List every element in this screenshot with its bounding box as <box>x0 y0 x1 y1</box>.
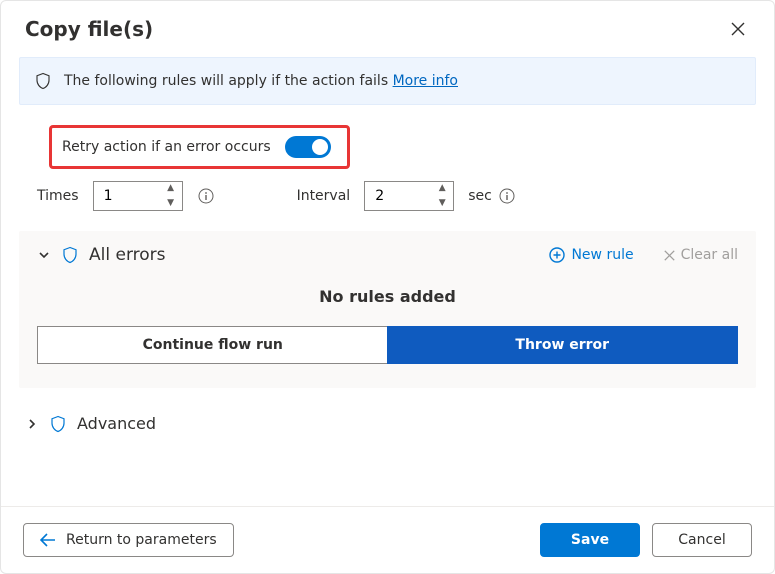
no-rules-text: No rules added <box>37 287 738 306</box>
clear-all-button: Clear all <box>664 247 738 263</box>
retry-label: Retry action if an error occurs <box>62 139 271 155</box>
new-rule-button[interactable]: New rule <box>549 247 633 263</box>
error-mode-segmented: Continue flow run Throw error <box>37 326 738 364</box>
close-icon <box>731 22 745 36</box>
more-info-link[interactable]: More info <box>393 73 458 89</box>
times-label: Times <box>37 188 79 204</box>
rules-panel: All errors New rule Clear all No rules a… <box>19 231 756 388</box>
interval-label: Interval <box>297 188 351 204</box>
rules-section-title: All errors <box>89 245 166 265</box>
interval-unit: sec <box>468 188 492 204</box>
cancel-button[interactable]: Cancel <box>652 523 752 557</box>
chevron-down-icon <box>38 249 50 261</box>
collapse-toggle[interactable] <box>37 248 51 262</box>
shield-icon <box>61 246 79 264</box>
close-icon <box>664 250 675 261</box>
info-icon[interactable] <box>197 187 215 205</box>
shield-icon <box>49 415 67 433</box>
throw-error-button[interactable]: Throw error <box>387 326 739 364</box>
toggle-knob <box>312 139 328 155</box>
chevron-down-icon[interactable]: ▼ <box>435 199 449 208</box>
retry-controls-row: Times ▲ ▼ Interval ▲ ▼ sec <box>1 179 774 225</box>
retry-highlight-box: Retry action if an error occurs <box>49 125 350 169</box>
dialog-title: Copy file(s) <box>25 17 153 41</box>
dialog: Copy file(s) The following rules will ap… <box>0 0 775 574</box>
continue-flow-run-button[interactable]: Continue flow run <box>38 327 388 363</box>
chevron-down-icon[interactable]: ▼ <box>164 199 178 208</box>
info-icon[interactable] <box>498 187 516 205</box>
close-button[interactable] <box>726 17 750 41</box>
chevron-right-icon <box>26 418 38 430</box>
stepper-arrows: ▲ ▼ <box>164 184 178 208</box>
dialog-header: Copy file(s) <box>1 1 774 51</box>
chevron-up-icon[interactable]: ▲ <box>435 184 449 193</box>
advanced-label: Advanced <box>77 414 156 433</box>
retry-toggle[interactable] <box>285 136 331 158</box>
plus-circle-icon <box>549 247 565 263</box>
banner-text: The following rules will apply if the ac… <box>64 73 458 89</box>
shield-icon <box>34 72 52 90</box>
stepper-arrows: ▲ ▼ <box>435 184 449 208</box>
info-banner: The following rules will apply if the ac… <box>19 57 756 105</box>
advanced-section-toggle[interactable]: Advanced <box>19 414 756 433</box>
dialog-footer: Return to parameters Save Cancel <box>1 506 774 573</box>
rules-header: All errors New rule Clear all <box>37 245 738 265</box>
interval-stepper[interactable]: ▲ ▼ <box>364 181 454 211</box>
expand-toggle <box>25 417 39 431</box>
arrow-left-icon <box>40 533 56 547</box>
save-button[interactable]: Save <box>540 523 640 557</box>
times-stepper[interactable]: ▲ ▼ <box>93 181 183 211</box>
return-to-parameters-button[interactable]: Return to parameters <box>23 523 234 557</box>
chevron-up-icon[interactable]: ▲ <box>164 184 178 193</box>
